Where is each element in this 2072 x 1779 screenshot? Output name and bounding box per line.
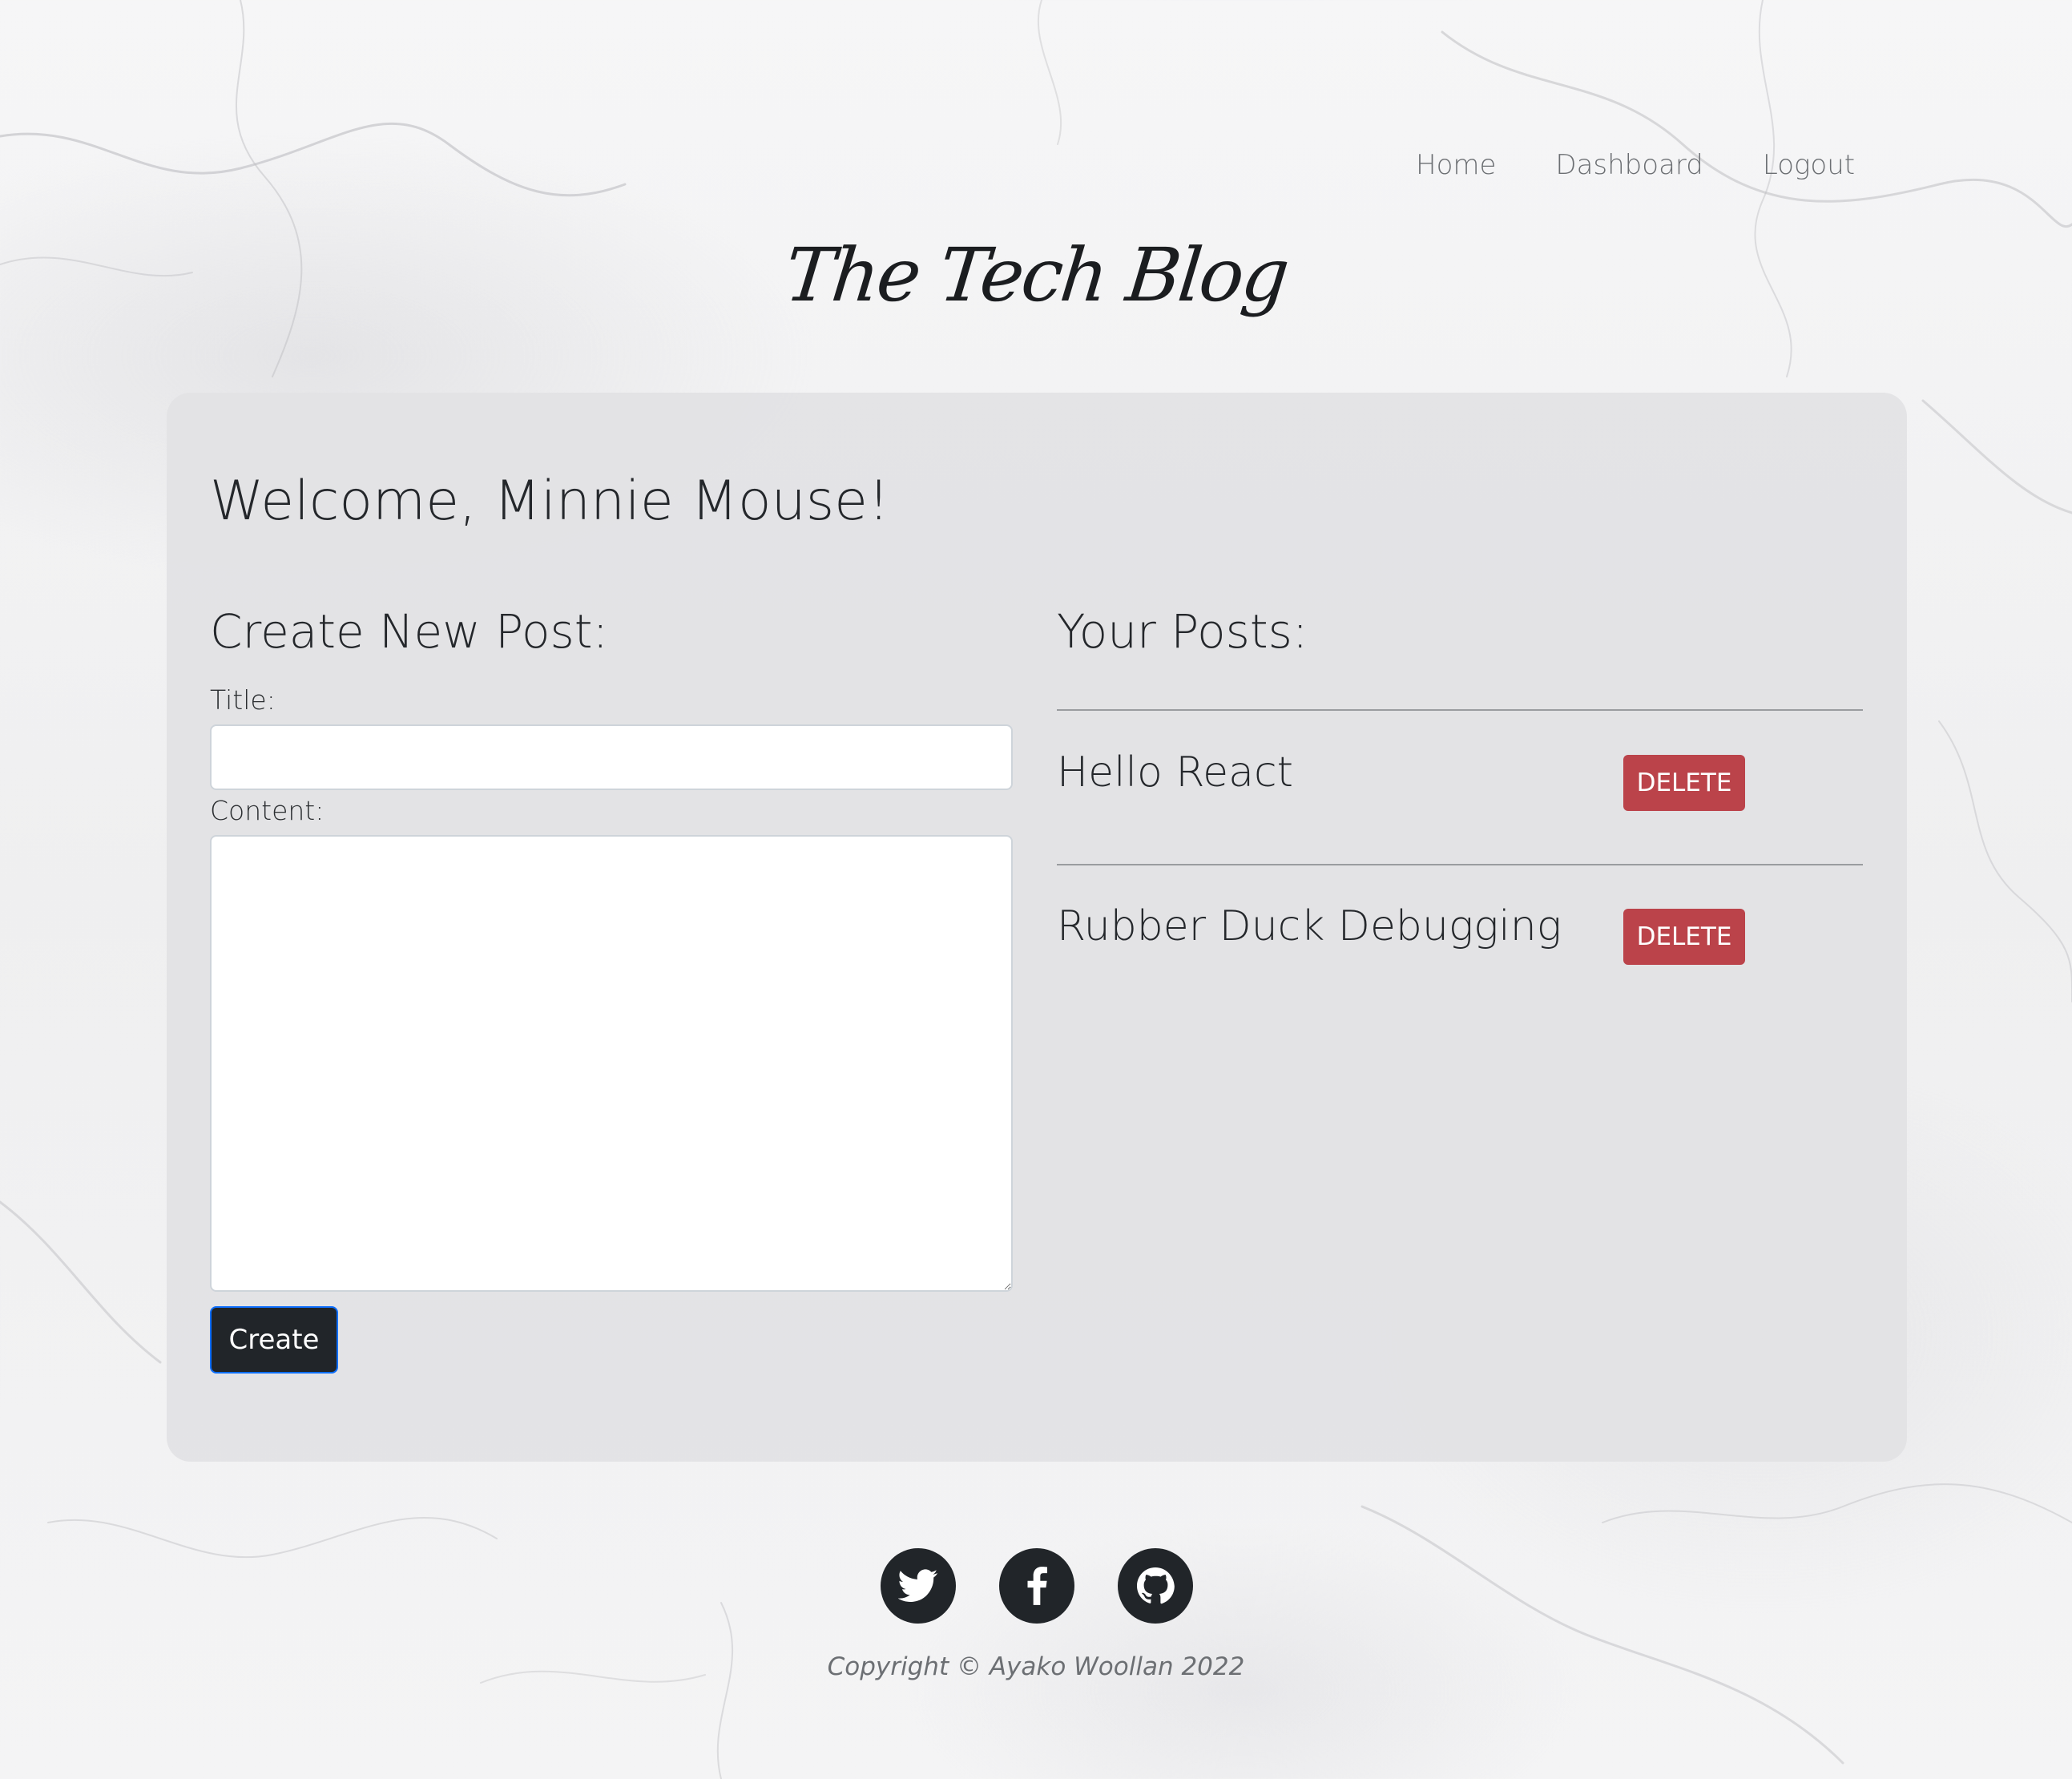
post-content-textarea[interactable] <box>210 835 1013 1292</box>
social-links <box>881 1548 1193 1624</box>
delete-post-button[interactable]: DELETE <box>1623 755 1745 811</box>
title-label: Title: <box>210 684 276 716</box>
facebook-icon <box>1027 1567 1047 1605</box>
create-post-button[interactable]: Create <box>210 1306 338 1374</box>
dashboard-card: Welcome, Minnie Mouse! Create New Post: … <box>167 393 1907 1462</box>
welcome-heading: Welcome, Minnie Mouse! <box>210 470 890 533</box>
post-title-input[interactable] <box>210 724 1013 790</box>
post-title-hello-react[interactable]: Hello React <box>1057 748 1293 797</box>
top-nav: Home Dashboard Logout <box>1386 143 1885 188</box>
facebook-link[interactable] <box>999 1548 1074 1624</box>
post-title-rubber-duck-debugging[interactable]: Rubber Duck Debugging <box>1057 902 1562 950</box>
github-icon <box>1137 1567 1175 1604</box>
nav-dashboard-link[interactable]: Dashboard <box>1526 143 1732 188</box>
twitter-link[interactable] <box>881 1548 956 1624</box>
twitter-icon <box>898 1569 938 1602</box>
create-post-heading: Create New Post: <box>210 604 608 659</box>
post-divider <box>1057 864 1863 865</box>
nav-home-link[interactable]: Home <box>1386 143 1526 188</box>
content-label: Content: <box>210 795 325 826</box>
post-divider <box>1057 709 1863 711</box>
github-link[interactable] <box>1118 1548 1193 1624</box>
copyright-text: Copyright © Ayako Woollan 2022 <box>827 1652 1245 1681</box>
your-posts-heading: Your Posts: <box>1057 604 1308 659</box>
nav-logout-link[interactable]: Logout <box>1733 143 1885 188</box>
brand-title: The Tech Blog <box>780 232 1292 318</box>
delete-post-button[interactable]: DELETE <box>1623 909 1745 965</box>
